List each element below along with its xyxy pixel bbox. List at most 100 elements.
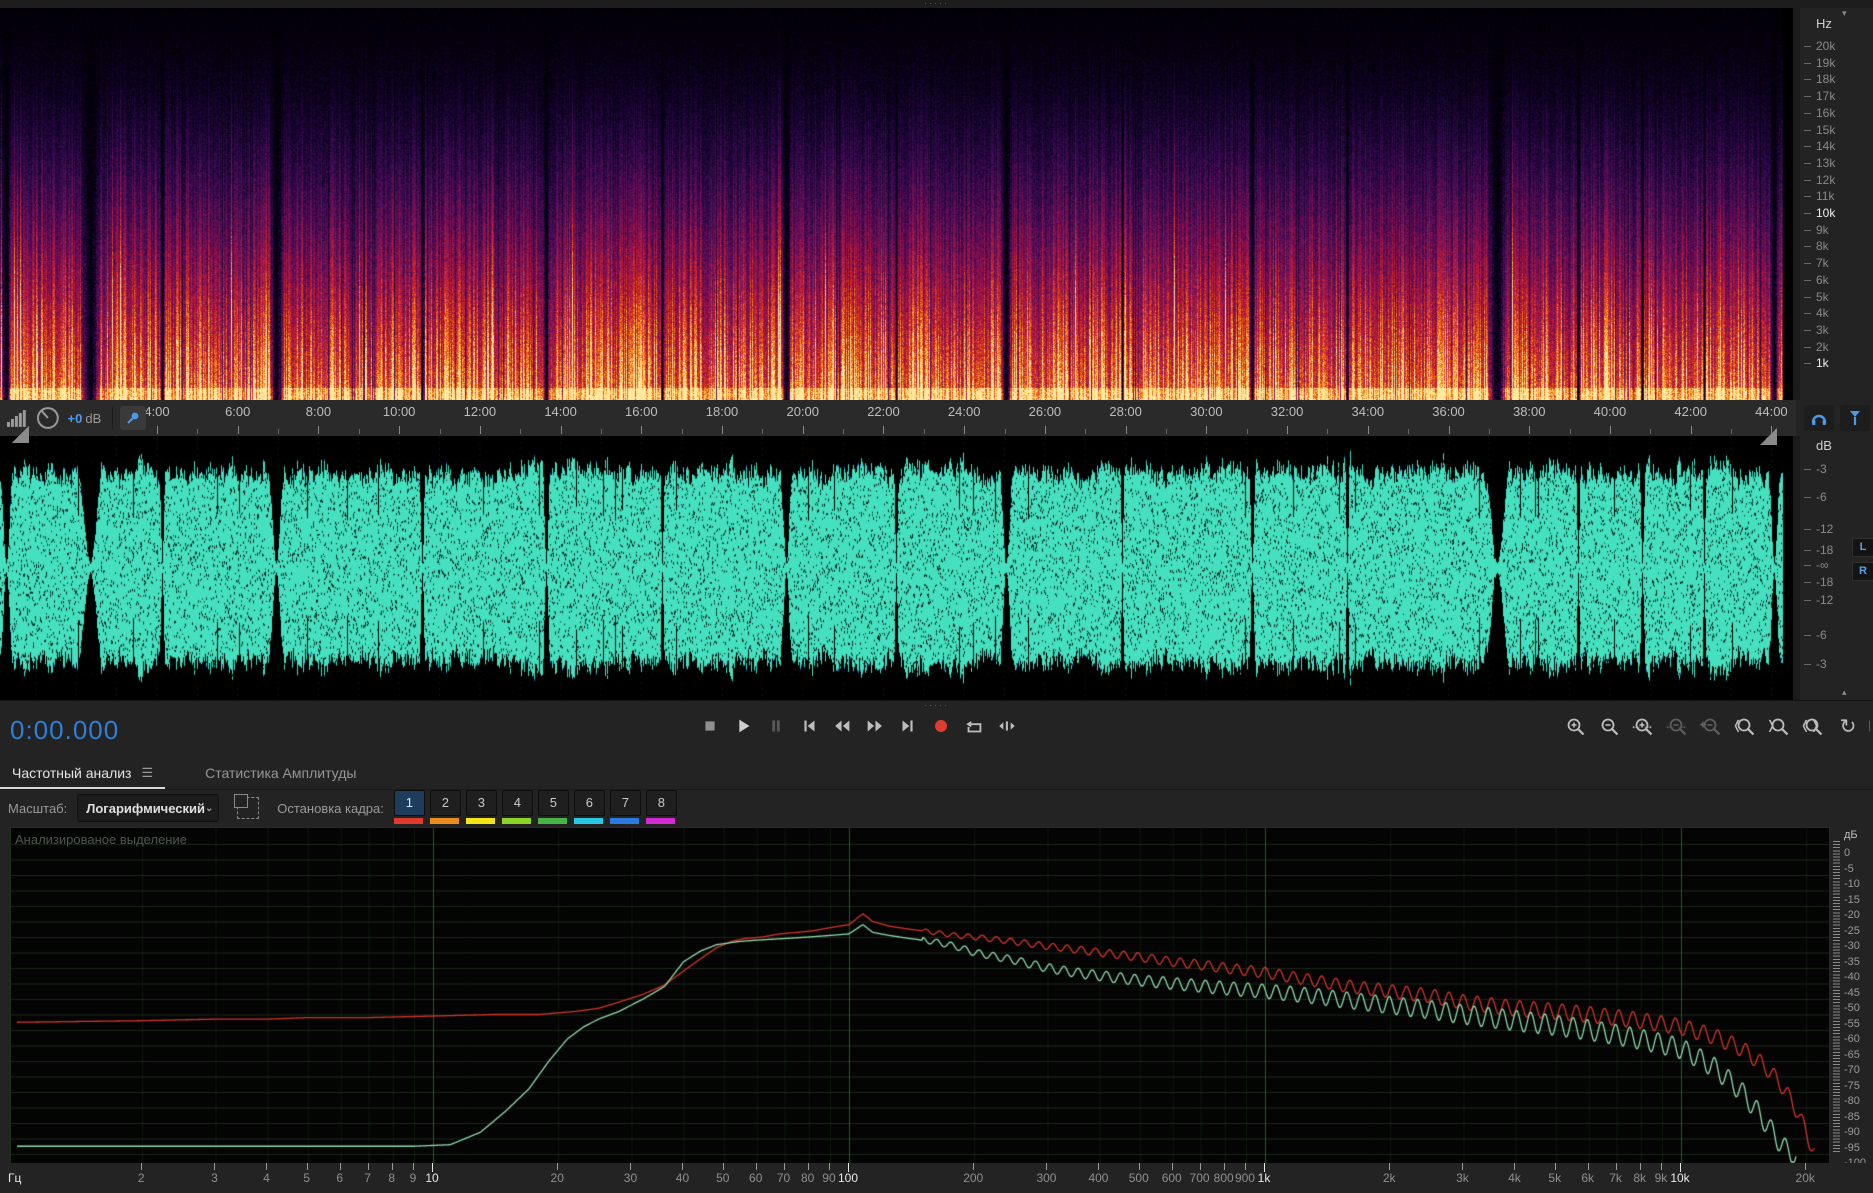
headphones-icon xyxy=(1811,414,1827,425)
copy-graph-button[interactable] xyxy=(234,794,260,819)
amplitude-scale: dB L R ▴ -3 -6 -12 -18 -∞ -18 -12 -6 -3 xyxy=(1793,436,1873,700)
frame-hold-color xyxy=(393,818,423,824)
panel-drag-handle[interactable]: ····· xyxy=(924,700,949,710)
freq-axis-tick xyxy=(755,1163,757,1170)
spectrogram-canvas[interactable] xyxy=(0,8,1793,400)
zoom-in-time-button[interactable]: ←→ xyxy=(1630,714,1657,740)
db-tick-label: 0 xyxy=(1844,847,1851,859)
db-tick-label: -80 xyxy=(1844,1095,1860,1107)
monitor-button[interactable] xyxy=(1804,405,1834,431)
time-label: 36:00 xyxy=(1432,404,1465,419)
freq-axis-tick xyxy=(630,1163,632,1170)
gain-knob-icon[interactable] xyxy=(35,405,61,431)
freq-axis-tick xyxy=(682,1163,684,1170)
freq-axis-tick xyxy=(1660,1163,1662,1170)
chevron-down-icon: ⌄ xyxy=(205,802,214,814)
frequency-tick: 12k xyxy=(1803,172,1836,187)
frame-hold-number: 5 xyxy=(537,790,569,816)
frame-hold-color xyxy=(609,818,639,824)
db-scale: дБ 0 -5 -10 -15 -20 -25 -30 -35 -40 -45 -50 -55 -60 -… xyxy=(1833,827,1873,1169)
rewind-button[interactable] xyxy=(830,714,854,738)
frequency-tick: 6k xyxy=(1804,272,1829,287)
frame-hold-button-3[interactable]: 3 xyxy=(465,790,497,826)
zoom-to-out-point-button[interactable]: ❭ xyxy=(1766,714,1793,740)
ruler-tick xyxy=(1125,426,1127,434)
ruler-tick xyxy=(1408,429,1410,434)
scroll-up-icon[interactable]: ▾ xyxy=(1842,8,1847,19)
db-scale-ticks xyxy=(1833,841,1840,1153)
channel-left-badge[interactable]: L xyxy=(1852,538,1873,557)
time-ruler[interactable]: 4:00 6:00 8:00 10:00 12:00 14:00 16:00 18:00 20:… xyxy=(0,400,1873,437)
play-button[interactable] xyxy=(731,714,755,738)
frame-hold-color xyxy=(537,818,567,824)
pause-button[interactable] xyxy=(764,714,788,738)
ruler-corner-tools xyxy=(1796,400,1873,436)
tabs-row: Частотный анализ ☰ Статистика Амплитуды xyxy=(0,756,1873,790)
frequency-tick: 4k xyxy=(1804,306,1829,321)
ruler-tick xyxy=(1327,429,1329,434)
stop-button[interactable] xyxy=(698,714,722,738)
scroll-corner-handle-right[interactable] xyxy=(1760,428,1777,445)
pin-playhead-button[interactable] xyxy=(120,406,146,430)
ruler-tick xyxy=(1609,426,1611,434)
gain-readout[interactable]: +0 dB xyxy=(68,411,102,426)
panel-drag-handle[interactable]: ····· xyxy=(924,0,949,8)
loop-playback-button[interactable] xyxy=(962,714,986,738)
skip-to-end-button[interactable] xyxy=(896,714,920,738)
frame-hold-button-4[interactable]: 4 xyxy=(501,790,533,826)
zoom-in-amplitude-button[interactable] xyxy=(1563,714,1589,740)
db-tick-label: -30 xyxy=(1844,940,1860,952)
playhead-time-display[interactable]: 0:00.000 xyxy=(10,715,119,746)
db-tick-label: -65 xyxy=(1844,1048,1860,1061)
zoom-out-amplitude-button[interactable] xyxy=(1597,714,1623,740)
frame-hold-button-6[interactable]: 6 xyxy=(573,790,605,826)
frequency-plot[interactable]: Анализированое выделение xyxy=(10,827,1830,1165)
freq-axis-label: 30 xyxy=(623,1171,638,1185)
scroll-down-icon[interactable]: ▴ xyxy=(1842,687,1847,698)
tab-amplitude-statistics[interactable]: Статистика Амплитуды xyxy=(193,756,368,789)
frame-hold-button-1[interactable]: 1 xyxy=(393,790,425,826)
time-label: 14:00 xyxy=(544,404,577,419)
waveform-panel: dB L R ▴ -3 -6 -12 -18 -∞ -18 -12 -6 -3 xyxy=(0,426,1873,700)
zoom-modifier: ❬❭ xyxy=(1800,718,1821,732)
scroll-corner-handle-left[interactable] xyxy=(12,426,29,443)
skip-to-start-button[interactable] xyxy=(797,714,821,738)
fast-forward-button[interactable] xyxy=(863,714,887,738)
zoom-modifier: ←→ xyxy=(1664,718,1688,732)
frame-hold-button-2[interactable]: 2 xyxy=(429,790,461,826)
freq-axis-tick xyxy=(1587,1163,1589,1170)
scale-select[interactable]: Логарифмический ⌄ xyxy=(77,794,220,822)
channel-right-badge[interactable]: R xyxy=(1852,562,1873,581)
marker-button[interactable] xyxy=(1840,405,1870,431)
frame-hold-button-5[interactable]: 5 xyxy=(537,790,569,826)
amplitude-tick: -18 xyxy=(1803,543,1834,557)
freq-axis-label: 100 xyxy=(837,1171,859,1185)
ruler-tick xyxy=(1287,426,1289,434)
frequency-tick: 18k xyxy=(1803,72,1836,87)
freq-axis-label: 5k xyxy=(1548,1171,1562,1185)
shuttle-button[interactable] xyxy=(995,714,1019,738)
frequency-tick: 16k xyxy=(1803,105,1836,120)
frame-hold-button-7[interactable]: 7 xyxy=(609,790,641,826)
zoom-to-in-point-button[interactable]: ❬ xyxy=(1732,714,1759,740)
frequency-plot-canvas[interactable] xyxy=(11,828,1829,1164)
panel-menu-icon[interactable]: ☰ xyxy=(141,765,153,781)
ruler-tick xyxy=(722,426,724,434)
frame-hold-number: 2 xyxy=(429,790,461,816)
zoom-to-selection-button[interactable]: ❬❭ xyxy=(1800,714,1827,740)
refresh-timer-button[interactable]: ↻ xyxy=(1835,714,1861,740)
frame-hold-button-8[interactable]: 8 xyxy=(645,790,677,826)
amplitude-scale-unit: dB xyxy=(1816,438,1832,453)
waveform-canvas[interactable] xyxy=(0,436,1793,700)
ruler-tick xyxy=(964,426,966,434)
db-tick-label: -60 xyxy=(1844,1033,1860,1045)
record-button[interactable] xyxy=(929,714,953,738)
freq-axis-label: 8 xyxy=(388,1171,396,1185)
freq-axis-label: 10k xyxy=(1670,1171,1690,1185)
tab-frequency-analysis[interactable]: Частотный анализ ☰ xyxy=(0,756,165,789)
frame-hold-color xyxy=(573,818,603,824)
freq-axis-tick xyxy=(783,1163,785,1170)
freq-axis-label: 3 xyxy=(211,1171,218,1185)
time-label: 20:00 xyxy=(786,404,820,419)
level-meter-icon xyxy=(6,410,26,427)
